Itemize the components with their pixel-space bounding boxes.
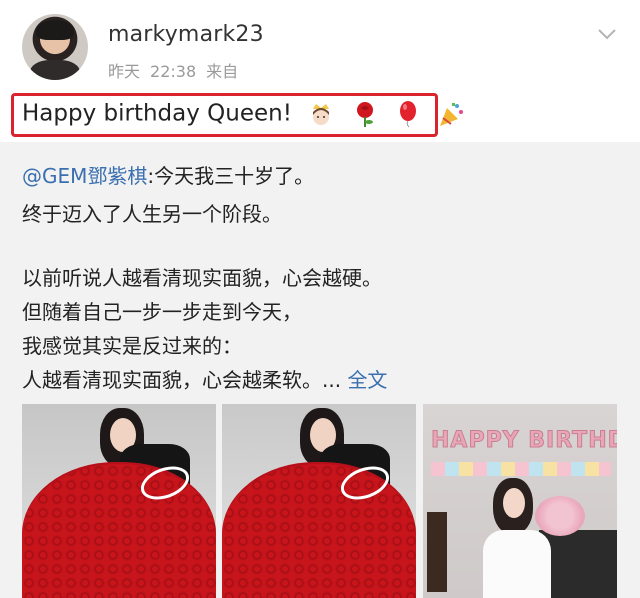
repost-line-2: 终于迈入了人生另一个阶段。	[22, 202, 282, 226]
balloon-icon	[399, 101, 416, 128]
photo-thumbnail-1[interactable]	[22, 404, 216, 598]
girl-face	[503, 488, 525, 518]
photo-thumbnail-3[interactable]: HAPPY BIRTHDAY	[423, 404, 617, 598]
girl-body	[483, 530, 551, 598]
rose-icon	[356, 102, 373, 127]
mention-link[interactable]: @GEM鄧紫棋	[22, 164, 147, 188]
wall-frame	[427, 512, 447, 592]
post-header: markymark23 昨天 22:38 来自	[0, 0, 640, 90]
avatar[interactable]	[22, 14, 88, 80]
bunting-flags	[431, 462, 611, 476]
princess-emoji-icon	[313, 104, 330, 125]
post-text: Happy birthday Queen!	[22, 100, 292, 127]
repost-line-6: 人越看清现实面貌，心会越柔软。... 全文	[22, 364, 387, 393]
avatar-hair	[36, 20, 74, 40]
avatar-shirt	[30, 60, 80, 80]
post-meta: 昨天 22:38 来自	[108, 58, 248, 82]
repost-line-4: 但随着自己一步一步走到今天，	[22, 300, 302, 324]
repost-line-1-text: :今天我三十岁了。	[147, 164, 315, 188]
repost-line-5: 我感觉其实是反过来的：	[22, 334, 242, 358]
post-time: 22:38	[150, 62, 197, 81]
photo-thumbnail-2[interactable]	[222, 404, 416, 598]
repost-line-3: 以前听说人越看清现实面貌，心会越硬。	[22, 266, 382, 290]
repost-line-1: @GEM鄧紫棋:今天我三十岁了。	[22, 160, 314, 189]
post-day: 昨天	[108, 62, 141, 81]
post-body: Happy birthday Queen!	[22, 100, 465, 128]
party-popper-icon	[440, 103, 464, 126]
birthday-banner: HAPPY BIRTHDAY	[431, 428, 617, 454]
repost-line-6-text: 人越看清现实面貌，心会越柔软。...	[22, 368, 342, 392]
username[interactable]: markymark23	[108, 22, 264, 47]
chevron-down-icon[interactable]	[597, 24, 617, 44]
flower-bouquet	[535, 496, 585, 536]
post-source: 来自	[206, 62, 239, 81]
full-text-link[interactable]: 全文	[347, 368, 387, 392]
